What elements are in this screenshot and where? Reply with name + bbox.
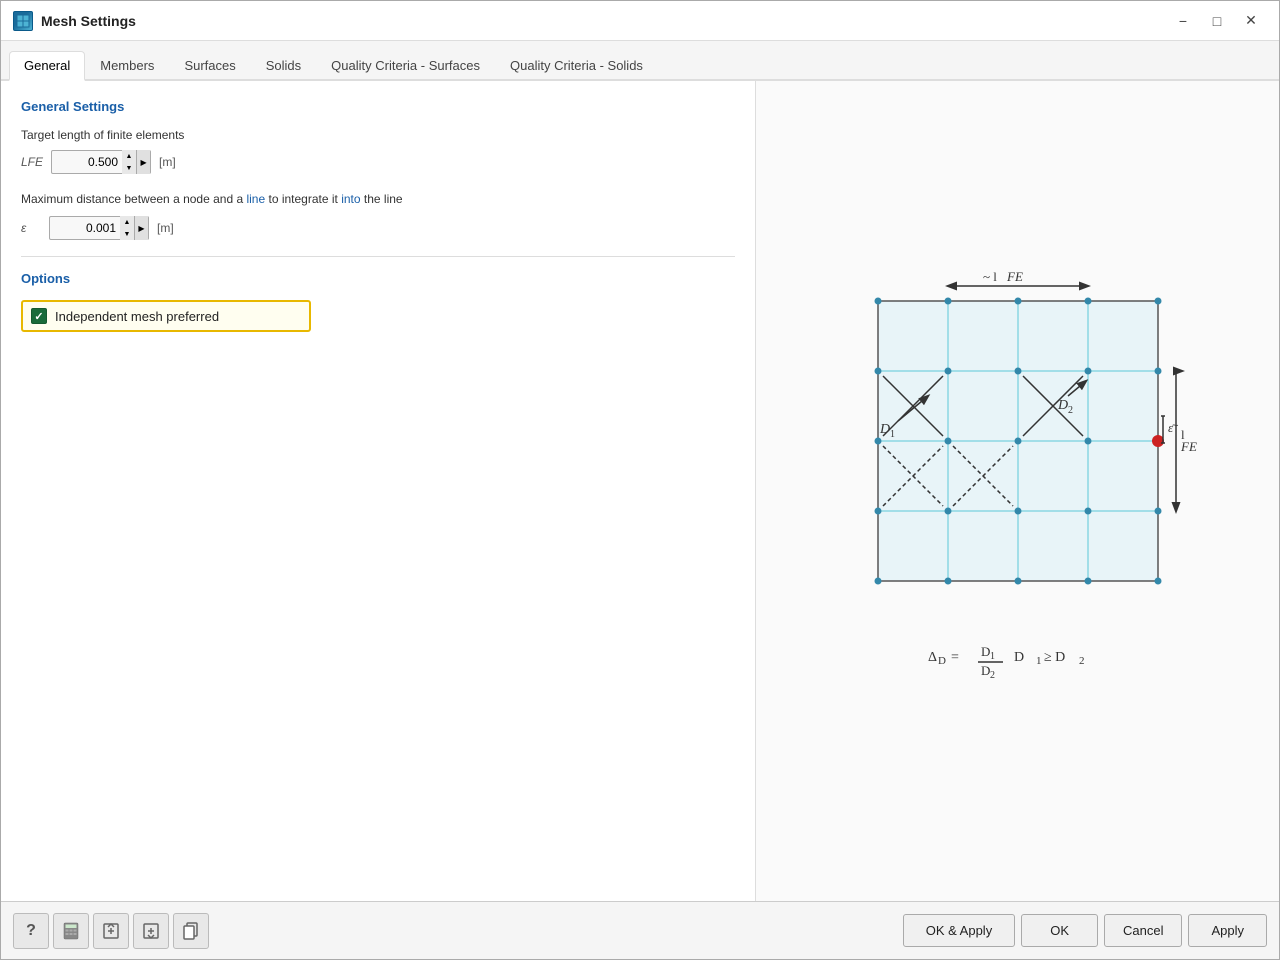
cancel-button[interactable]: Cancel (1104, 914, 1182, 947)
svg-text:D: D (981, 644, 990, 659)
options-title: Options (21, 271, 735, 286)
epsilon-decrement[interactable]: ▼ (120, 228, 134, 240)
main-content: General Settings Target length of finite… (1, 81, 1279, 901)
right-panel: D 1 D 2 ~ l FE l FE ~ ε (756, 81, 1279, 901)
target-length-label: Target length of finite elements (21, 128, 735, 142)
general-settings-title: General Settings (21, 99, 735, 114)
mesh-settings-window: Mesh Settings − □ ✕ General Members Surf… (0, 0, 1280, 960)
left-panel: General Settings Target length of finite… (1, 81, 756, 901)
svg-text:FE: FE (1006, 269, 1023, 284)
options-section: Options Independent mesh preferred (21, 271, 735, 332)
svg-text:1: 1 (990, 651, 995, 662)
copy-button[interactable] (173, 913, 209, 949)
svg-text:ε: ε (1168, 420, 1174, 435)
svg-text:D: D (981, 663, 990, 678)
tab-quality-criteria-solids[interactable]: Quality Criteria - Solids (495, 51, 658, 79)
lfe-input[interactable]: 0.500 (52, 153, 122, 171)
footer-tools: ? (13, 913, 903, 949)
tab-members[interactable]: Members (85, 51, 169, 79)
tab-general[interactable]: General (9, 51, 85, 81)
svg-text:2: 2 (1079, 655, 1085, 667)
epsilon-unit: [m] (157, 221, 174, 235)
epsilon-input[interactable]: 0.001 (50, 219, 120, 237)
svg-text:≥ D: ≥ D (1044, 650, 1065, 665)
independent-mesh-checkbox[interactable] (31, 308, 47, 324)
svg-text:D: D (879, 422, 890, 437)
tabs-bar: General Members Surfaces Solids Quality … (1, 41, 1279, 81)
window-controls: − □ ✕ (1167, 7, 1267, 35)
svg-text:1: 1 (1036, 655, 1042, 667)
svg-text:D: D (1014, 650, 1024, 665)
mesh-diagram: D 1 D 2 ~ l FE l FE ~ ε (818, 251, 1218, 731)
epsilon-spinner-controls: ▲ ▼ (120, 216, 134, 240)
svg-text:=: = (951, 650, 959, 665)
svg-text:D: D (1057, 398, 1068, 413)
import-button[interactable] (133, 913, 169, 949)
app-icon (13, 11, 33, 31)
lfe-arrow-btn[interactable]: ▶ (136, 150, 150, 174)
independent-mesh-row[interactable]: Independent mesh preferred (21, 300, 311, 332)
independent-mesh-label: Independent mesh preferred (55, 309, 219, 324)
epsilon-increment[interactable]: ▲ (120, 216, 134, 228)
lfe-field-row: LFE 0.500 ▲ ▼ ▶ [m] (21, 150, 735, 174)
calculator-button[interactable] (53, 913, 89, 949)
footer-buttons: OK & Apply OK Cancel Apply (903, 914, 1267, 947)
svg-text:Δ: Δ (928, 650, 937, 665)
lfe-spinner-controls: ▲ ▼ (122, 150, 136, 174)
lfe-unit: [m] (159, 155, 176, 169)
apply-button[interactable]: Apply (1188, 914, 1267, 947)
maximize-button[interactable]: □ (1201, 7, 1233, 35)
max-distance-label: Maximum distance between a node and a li… (21, 190, 735, 208)
epsilon-spinner[interactable]: 0.001 ▲ ▼ ▶ (49, 216, 149, 240)
epsilon-prefix: ε (21, 221, 41, 235)
svg-text:~ l: ~ l (983, 269, 997, 284)
lfe-spinner[interactable]: 0.500 ▲ ▼ ▶ (51, 150, 151, 174)
svg-text:2: 2 (1068, 405, 1073, 416)
tab-quality-criteria-surfaces[interactable]: Quality Criteria - Surfaces (316, 51, 495, 79)
footer: ? (1, 901, 1279, 959)
lfe-prefix: LFE (21, 155, 43, 169)
epsilon-arrow-btn[interactable]: ▶ (134, 216, 148, 240)
ok-button[interactable]: OK (1021, 914, 1098, 947)
lfe-decrement[interactable]: ▼ (122, 162, 136, 174)
close-button[interactable]: ✕ (1235, 7, 1267, 35)
help-button[interactable]: ? (13, 913, 49, 949)
tab-surfaces[interactable]: Surfaces (169, 51, 250, 79)
tab-solids[interactable]: Solids (251, 51, 316, 79)
ok-apply-button[interactable]: OK & Apply (903, 914, 1015, 947)
title-bar: Mesh Settings − □ ✕ (1, 1, 1279, 41)
lfe-increment[interactable]: ▲ (122, 150, 136, 162)
svg-text:2: 2 (990, 670, 995, 681)
svg-text:D: D (938, 655, 946, 667)
minimize-button[interactable]: − (1167, 7, 1199, 35)
window-title: Mesh Settings (41, 13, 1167, 29)
svg-text:FE: FE (1180, 439, 1197, 454)
epsilon-field-row: ε 0.001 ▲ ▼ ▶ [m] (21, 216, 735, 240)
svg-text:1: 1 (890, 429, 895, 440)
export-button[interactable] (93, 913, 129, 949)
divider-1 (21, 256, 735, 257)
